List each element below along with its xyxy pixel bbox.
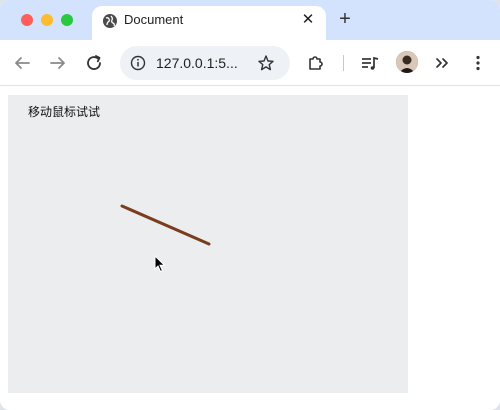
site-info-icon[interactable]	[130, 55, 146, 71]
url-text: 127.0.0.1:5...	[156, 55, 238, 71]
close-tab-icon[interactable]: ✕	[298, 10, 318, 30]
profile-avatar[interactable]	[396, 51, 418, 73]
media-controls-icon[interactable]	[358, 51, 382, 75]
address-bar[interactable]: 127.0.0.1:5...	[120, 46, 290, 80]
forward-arrow-icon[interactable]	[46, 51, 70, 75]
drawn-stroke	[120, 204, 211, 246]
globe-icon	[103, 14, 117, 28]
browser-window: Document ✕ + 127.0.0.1:5... 移动鼠标试试	[0, 0, 500, 410]
tab-document[interactable]: Document ✕	[92, 6, 326, 40]
maximize-window-button[interactable]	[61, 14, 73, 26]
page-viewport: 移动鼠标试试	[0, 86, 500, 410]
back-arrow-icon[interactable]	[10, 51, 34, 75]
new-tab-button[interactable]: +	[334, 8, 356, 30]
more-tools-chevron-icon[interactable]	[430, 51, 454, 75]
stroke-line	[120, 204, 211, 246]
reload-icon[interactable]	[82, 51, 106, 75]
close-window-button[interactable]	[21, 14, 33, 26]
kebab-menu-icon[interactable]	[466, 51, 490, 75]
minimize-window-button[interactable]	[41, 14, 53, 26]
drawing-canvas[interactable]: 移动鼠标试试	[8, 95, 408, 393]
mouse-cursor-icon	[154, 255, 166, 273]
toolbar-divider	[343, 55, 344, 71]
bookmark-star-icon[interactable]	[257, 54, 275, 72]
extensions-puzzle-icon[interactable]	[304, 51, 328, 75]
avatar-icon	[396, 51, 418, 73]
tab-strip: Document ✕ +	[0, 0, 500, 40]
tab-title: Document	[124, 12, 184, 27]
browser-toolbar: 127.0.0.1:5...	[0, 40, 500, 86]
